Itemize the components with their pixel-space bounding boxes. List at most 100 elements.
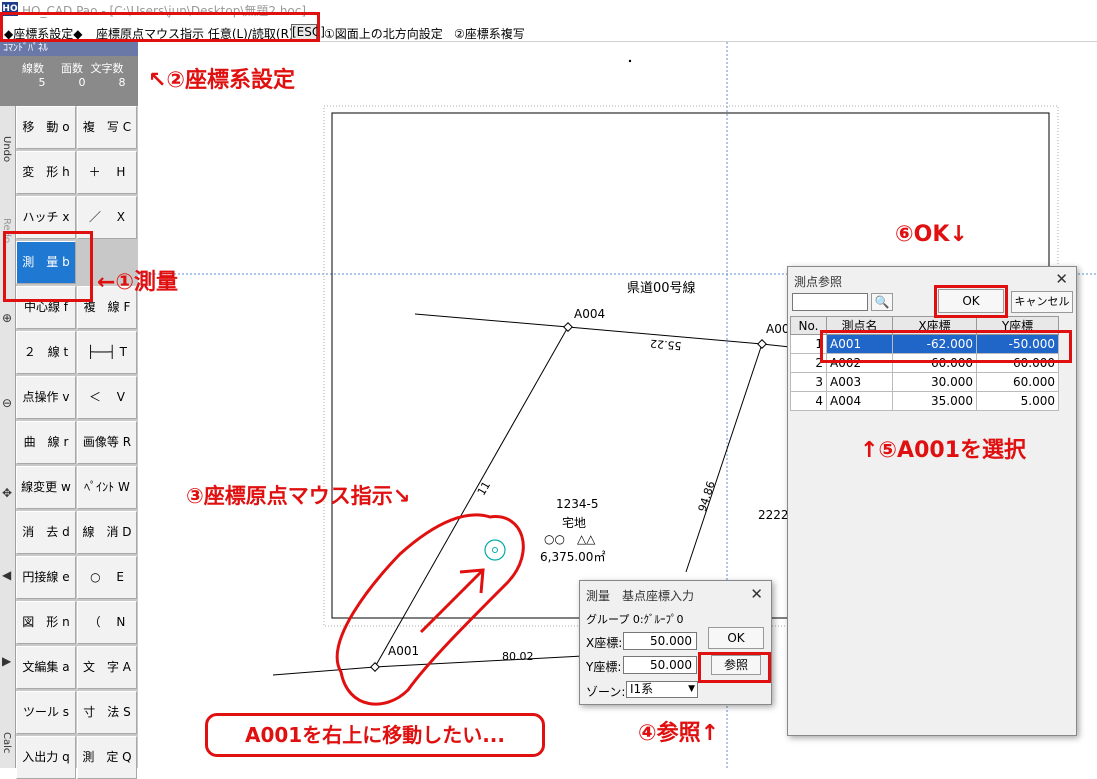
group-label: グループ 0:ｸﾞﾙｰﾌﾟ0: [586, 613, 684, 626]
point-a004-marker[interactable]: [563, 322, 573, 332]
lot-line-bottom-left: [272, 666, 376, 676]
zone-label: ゾーン:: [586, 685, 626, 699]
arrow-left-icon[interactable]: ◀: [2, 568, 11, 582]
counts-panel: 線数 面数 文字数 5 0 8: [0, 56, 138, 106]
road-line-1: [414, 313, 569, 328]
text-count-label: 文字数: [90, 62, 124, 75]
row-name: A004: [826, 391, 893, 411]
calc-tab[interactable]: Calc: [1, 732, 12, 753]
row-no: 3: [790, 372, 827, 392]
highlight-reference-button: [698, 652, 771, 683]
annotation-bubble: A001を右上に移動したい...: [205, 713, 545, 757]
command-button[interactable]: 移 動 o: [16, 106, 76, 149]
face-count-value: 0: [78, 76, 86, 89]
command-button[interactable]: 変 形 h: [16, 151, 76, 194]
undo-tab[interactable]: Undo: [1, 136, 12, 162]
point-a001-marker[interactable]: [370, 662, 380, 672]
lot-use: 宅地: [562, 516, 587, 530]
annotation-step6: ⑥OK↓: [895, 222, 968, 247]
point-search-input[interactable]: [792, 293, 868, 311]
command-button[interactable]: ○ E: [77, 556, 137, 599]
command-button[interactable]: 曲 線 r: [16, 421, 76, 464]
x-coordinate-input[interactable]: 50.000: [623, 632, 697, 650]
search-icon[interactable]: 🔍: [871, 293, 893, 311]
annotation-step3: ③座標原点マウス指示↘: [186, 484, 411, 508]
command-button[interactable]: 図 形 n: [16, 601, 76, 644]
dimension-top: 55.22: [649, 336, 683, 353]
command-button[interactable]: 測 定 Q: [77, 736, 137, 779]
annotation-step1: ←①測量: [97, 270, 179, 295]
origin-dot: [628, 59, 632, 63]
point-dialog-title: 測点参照: [794, 275, 843, 289]
highlight-survey-button: [3, 231, 93, 302]
command-grid: 移 動 o複 写 C変 形 h ＋ H ハッチ x ／ X測 量 b 中心線 f複 線 …: [16, 106, 138, 779]
command-button[interactable]: ２ 線 t: [16, 331, 76, 374]
command-button[interactable]: （ N: [77, 601, 137, 644]
zone-value: Ⅰ1系: [630, 682, 654, 696]
command-button[interactable]: ＋ H: [77, 151, 137, 194]
annotation-step5: ↑⑤A001を選択: [860, 438, 1027, 463]
north-direction-option[interactable]: ①図面上の北方向設定: [324, 25, 443, 42]
pan-icon[interactable]: ✥: [2, 486, 12, 500]
row-no: 4: [790, 391, 827, 411]
origin-target-inner: [492, 547, 498, 553]
annotation-step2: ↖②座標系設定: [148, 68, 296, 93]
command-button[interactable]: ├──┤ T: [77, 331, 137, 374]
point-a002-marker[interactable]: [757, 339, 767, 349]
command-panel-label: ｺﾏﾝﾄﾞﾊﾟﾈﾙ: [0, 42, 138, 56]
highlight-a001-row: [820, 330, 1072, 363]
annotation-arrow-shaft: [419, 568, 485, 634]
zoom-out-icon[interactable]: ⊖: [2, 396, 12, 410]
zone-select[interactable]: Ⅰ1系 ▼: [626, 681, 698, 698]
text-count-value: 8: [118, 76, 126, 89]
y-coordinate-input[interactable]: 50.000: [623, 656, 697, 674]
base-dialog-title: 測量 基点座標入力: [586, 589, 695, 603]
base-ok-button[interactable]: OK: [708, 627, 764, 649]
x-coordinate-label: X座標:: [586, 636, 623, 650]
row-y: 60.000: [976, 372, 1059, 392]
row-y: 5.000: [976, 391, 1059, 411]
lot-number: 1234-5: [556, 497, 599, 511]
point-label-a001: A001: [388, 644, 420, 658]
arrow-right-icon[interactable]: ▶: [2, 654, 11, 668]
command-button[interactable]: 点操作 v: [16, 376, 76, 419]
annotation-loop: [335, 513, 525, 706]
line-count-value: 5: [38, 76, 46, 89]
command-button[interactable]: 文編集 a: [16, 646, 76, 689]
highlight-prompt: [0, 12, 320, 42]
command-button[interactable]: ﾍﾟｲﾝﾄ W: [77, 466, 137, 509]
table-row[interactable]: 4 A004 35.000 5.000: [790, 391, 1059, 411]
side-tool-strip: Undo Redo ⊕ ⊖ ✥ ◀ ▶ Calc: [0, 106, 16, 768]
highlight-point-ok: [934, 285, 1008, 318]
command-button[interactable]: 消 去 d: [16, 511, 76, 554]
command-button[interactable]: 複 写 C: [77, 106, 137, 149]
command-button[interactable]: 線 消 D: [77, 511, 137, 554]
command-button[interactable]: 入出力 q: [16, 736, 76, 779]
command-button[interactable]: 画像等 R: [77, 421, 137, 464]
road-name-label: 県道00号線: [627, 281, 696, 296]
line-count-label: 線数: [22, 62, 44, 75]
zoom-in-icon[interactable]: ⊕: [2, 311, 12, 325]
point-cancel-button[interactable]: キャンセル: [1011, 291, 1073, 313]
close-icon[interactable]: ✕: [750, 585, 763, 603]
command-button[interactable]: ＜ V: [77, 376, 137, 419]
chevron-down-icon[interactable]: ▼: [688, 682, 695, 697]
y-coordinate-label: Y座標:: [586, 660, 622, 674]
coordinate-copy-option[interactable]: ②座標系複写: [454, 25, 525, 42]
close-icon[interactable]: ✕: [1055, 270, 1068, 288]
lot-area: 6,375.00㎡: [540, 550, 606, 564]
table-row[interactable]: 3 A003 30.000 60.000: [790, 372, 1059, 392]
face-count-label: 面数: [61, 62, 83, 75]
command-button[interactable]: 線変更 w: [16, 466, 76, 509]
command-button[interactable]: ツール s: [16, 691, 76, 734]
point-label-a004: A004: [574, 307, 606, 321]
row-name: A003: [826, 372, 893, 392]
lot-symbols: ○○ △△: [544, 532, 596, 546]
command-button[interactable]: 文 字 A: [77, 646, 137, 689]
command-button[interactable]: 寸 法 S: [77, 691, 137, 734]
lot-line-right: [685, 343, 763, 573]
base-coordinate-dialog: 測量 基点座標入力 ✕ グループ 0:ｸﾞﾙｰﾌﾟ0 X座標: 50.000 O…: [579, 580, 772, 705]
dimension-bottom: 80.02: [502, 650, 534, 663]
command-button[interactable]: 円接線 e: [16, 556, 76, 599]
row-x: 35.000: [892, 391, 977, 411]
